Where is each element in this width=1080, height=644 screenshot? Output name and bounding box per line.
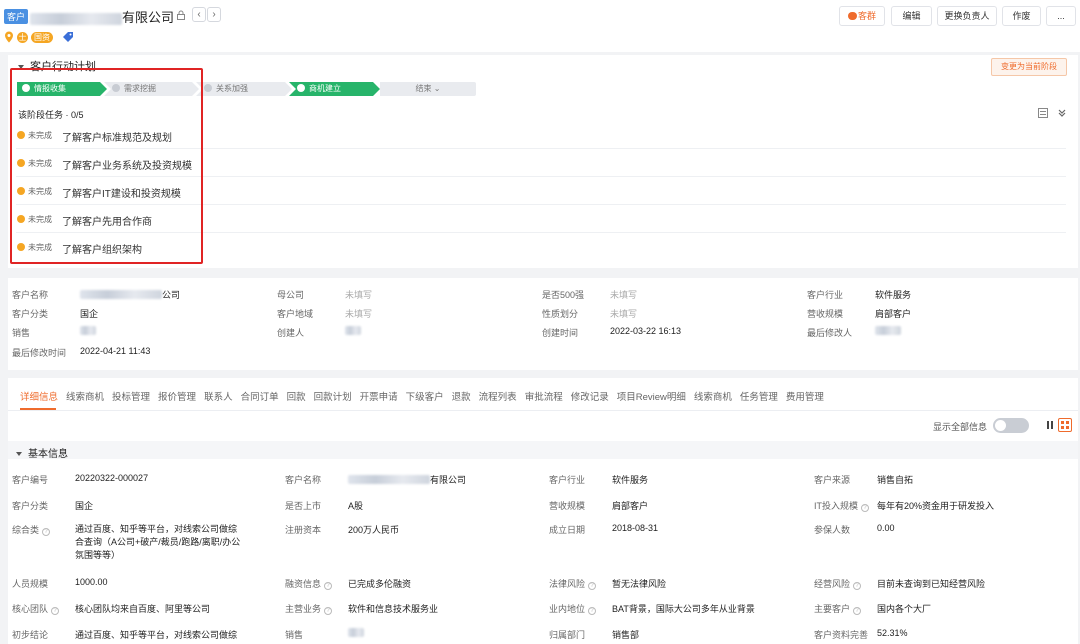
customer-badges: 士 国资 — [4, 30, 74, 44]
stage-step-4[interactable]: 商机建立 — [289, 82, 380, 96]
tab-process-list[interactable]: 流程列表 — [479, 389, 517, 403]
tab-contracts[interactable]: 合同订单 — [241, 389, 279, 403]
check-icon — [297, 84, 305, 92]
company-title: 有限公司 — [30, 7, 174, 26]
redacted-value — [80, 326, 96, 335]
detail-tabs: 详细信息 线索商机 投标管理 报价管理 联系人 合同订单 回款 回款计划 开票申… — [20, 389, 832, 403]
basic-info-header[interactable]: 基本信息 — [8, 441, 1078, 460]
void-button[interactable]: 作废 — [1002, 6, 1041, 26]
state-owned-badge: 国资 — [31, 31, 53, 43]
highlight-annotation-box — [10, 68, 203, 264]
customer-tag: 客户 — [4, 9, 29, 24]
help-icon[interactable]: ? — [324, 607, 333, 615]
level-badge: 士 — [17, 31, 28, 43]
grid-layout-icon[interactable] — [1058, 418, 1072, 432]
tab-project-review[interactable]: 项目Review明细 — [617, 389, 686, 403]
stage-step-3[interactable]: 关系加强 — [196, 82, 292, 96]
tab-sub-customers[interactable]: 下级客户 — [406, 389, 444, 403]
tab-bidding[interactable]: 投标管理 — [112, 389, 150, 403]
collapse-all-icon[interactable] — [1057, 108, 1067, 118]
lock-icon[interactable] — [176, 10, 186, 20]
customer-group-button[interactable]: 客群 — [839, 6, 885, 26]
prev-record-button[interactable]: ‹ — [192, 7, 206, 22]
change-to-current-stage-button[interactable]: 变更为当前阶段 — [991, 58, 1067, 76]
tab-approval[interactable]: 审批流程 — [525, 389, 563, 403]
tab-change-log[interactable]: 修改记录 — [571, 389, 609, 403]
more-actions-button[interactable]: ... — [1046, 6, 1076, 26]
show-all-toggle[interactable] — [993, 418, 1029, 433]
tab-contacts[interactable]: 联系人 — [204, 389, 233, 403]
tab-payments[interactable]: 回款 — [287, 389, 306, 403]
customer-summary: 客户名称 公司 客户分类 国企 销售 最后修改时间 2022-04-21 11:43 … — [8, 278, 1078, 370]
redacted-value — [348, 628, 364, 637]
collapse-caret-icon — [16, 452, 22, 457]
tab-tasks[interactable]: 任务管理 — [740, 389, 778, 403]
label-tag-icon[interactable] — [62, 31, 74, 43]
tab-quotes[interactable]: 报价管理 — [158, 389, 196, 403]
location-pin-icon — [5, 31, 13, 43]
tab-payment-plan[interactable]: 回款计划 — [314, 389, 352, 403]
show-all-label: 显示全部信息 — [933, 422, 988, 432]
tab-expenses[interactable]: 费用管理 — [786, 389, 824, 403]
redacted-value — [80, 290, 162, 299]
pause-icon[interactable] — [1045, 420, 1055, 430]
help-icon[interactable]: ? — [853, 607, 862, 615]
tab-refunds[interactable]: 退款 — [452, 389, 471, 403]
next-record-button[interactable]: › — [207, 7, 221, 22]
company-name-suffix: 有限公司 — [122, 10, 175, 25]
toggle-knob — [995, 420, 1006, 431]
redacted-value — [345, 326, 361, 335]
help-icon[interactable]: ? — [324, 582, 333, 590]
basic-info-title: 基本信息 — [16, 445, 68, 460]
list-view-icon[interactable] — [1038, 108, 1048, 118]
help-icon[interactable]: ? — [588, 582, 597, 590]
customer-header: 客户 有限公司 ‹ › 士 国资 客群 编辑 更换负责人 作废 ... — [0, 0, 1080, 52]
tab-detail-info[interactable]: 详细信息 — [20, 389, 58, 403]
help-icon[interactable]: ? — [861, 504, 869, 512]
change-owner-button[interactable]: 更换负责人 — [937, 6, 997, 26]
redacted-value — [348, 475, 430, 484]
tab-invoice[interactable]: 开票申请 — [360, 389, 398, 403]
redacted-value — [875, 326, 901, 335]
help-icon[interactable]: ? — [853, 582, 862, 590]
action-plan-panel: 客户行动计划 变更为当前阶段 情报收集 需求挖掘 关系加强 商机建立 结束 ⌄ … — [8, 55, 1078, 268]
tab-leads[interactable]: 线索商机 — [66, 389, 104, 403]
stage-step-end[interactable]: 结束 ⌄ — [380, 82, 476, 96]
pending-icon — [204, 84, 212, 92]
chat-bubble-icon — [847, 12, 857, 20]
help-icon[interactable]: ? — [588, 607, 597, 615]
detail-panel: 详细信息 线索商机 投标管理 报价管理 联系人 合同订单 回款 回款计划 开票申… — [8, 378, 1078, 644]
redacted-company-name — [30, 12, 122, 25]
help-icon[interactable]: ? — [42, 528, 51, 536]
help-icon[interactable]: ? — [51, 607, 60, 615]
tab-leads-2[interactable]: 线索商机 — [694, 389, 732, 403]
edit-button[interactable]: 编辑 — [891, 6, 932, 26]
tabs-divider — [8, 410, 1078, 411]
